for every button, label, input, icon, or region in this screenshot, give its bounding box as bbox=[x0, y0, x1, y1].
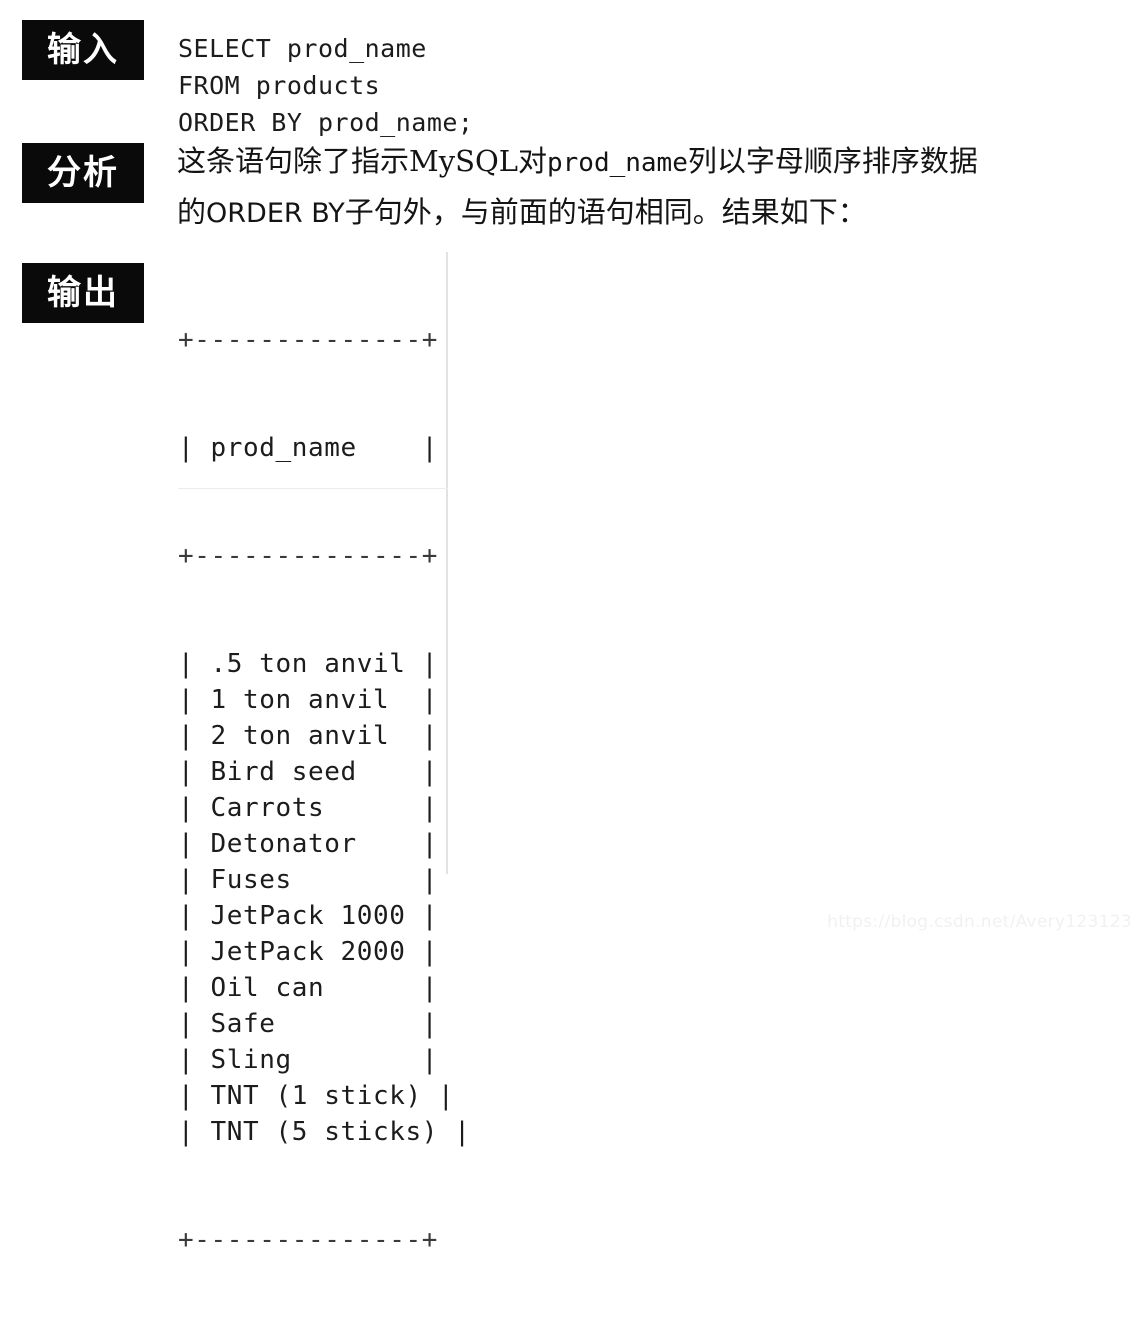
table-row: | Bird seed | bbox=[178, 757, 439, 787]
section-label-input: 输入 bbox=[22, 20, 144, 80]
table-row: | TNT (5 sticks) | bbox=[178, 1117, 471, 1147]
watermark: https://blog.csdn.net/Avery123123 bbox=[827, 912, 1132, 932]
document-page: 输入 SELECT prod_name FROM products ORDER … bbox=[0, 0, 1146, 1255]
table-row: | .5 ton anvil | bbox=[178, 649, 439, 679]
table-top-border: +--------------+ bbox=[178, 325, 439, 355]
analysis-line-1-part-a: 这条语句除了指示MySQL对 bbox=[177, 144, 547, 178]
section-label-input-text: 输入 bbox=[47, 30, 119, 70]
analysis-line-2-code: ORDER BY bbox=[206, 198, 345, 229]
analysis-line-1: 这条语句除了指示MySQL对prod_name列以字母顺序排序数据 bbox=[177, 137, 1137, 188]
section-label-analysis-text: 分析 bbox=[47, 153, 119, 193]
table-bottom-border: +--------------+ bbox=[178, 1225, 439, 1255]
table-row: | JetPack 1000 | bbox=[178, 901, 439, 931]
table-row: | JetPack 2000 | bbox=[178, 937, 439, 967]
table-header-row: | prod_name | bbox=[178, 433, 439, 463]
section-label-output-text: 输出 bbox=[47, 273, 119, 313]
table-row: | Fuses | bbox=[178, 865, 439, 895]
analysis-line-2: 的ORDER BY子句外，与前面的语句相同。结果如下： bbox=[177, 188, 1137, 238]
table-row: | Oil can | bbox=[178, 973, 439, 1003]
table-header-separator: +--------------+ bbox=[178, 541, 439, 571]
analysis-line-2-part-a: 的 bbox=[177, 195, 207, 229]
table-row: | 2 ton anvil | bbox=[178, 721, 439, 751]
section-label-analysis: 分析 bbox=[22, 143, 144, 203]
table-row: | Sling | bbox=[178, 1045, 439, 1075]
analysis-line-2-part-b: 子句外，与前面的语句相同。结果如下： bbox=[344, 195, 867, 229]
table-row: | 1 ton anvil | bbox=[178, 685, 439, 715]
analysis-line-1-part-b: 列以字母顺序排序数据 bbox=[687, 144, 978, 178]
table-body: | .5 ton anvil | | 1 ton anvil | | 2 ton a… bbox=[178, 646, 471, 1150]
section-label-output: 输出 bbox=[22, 263, 144, 323]
analysis-paragraph: 这条语句除了指示MySQL对prod_name列以字母顺序排序数据 的ORDER… bbox=[177, 137, 1137, 238]
table-row: | Safe | bbox=[178, 1009, 439, 1039]
table-row: | Detonator | bbox=[178, 829, 439, 859]
table-row: | TNT (1 stick) | bbox=[178, 1081, 455, 1111]
table-row: | Carrots | bbox=[178, 793, 439, 823]
sql-code-block: SELECT prod_name FROM products ORDER BY … bbox=[178, 34, 474, 137]
analysis-line-1-code: prod_name bbox=[546, 148, 688, 178]
result-table: +--------------+ | prod_name | +--------… bbox=[178, 250, 471, 1330]
